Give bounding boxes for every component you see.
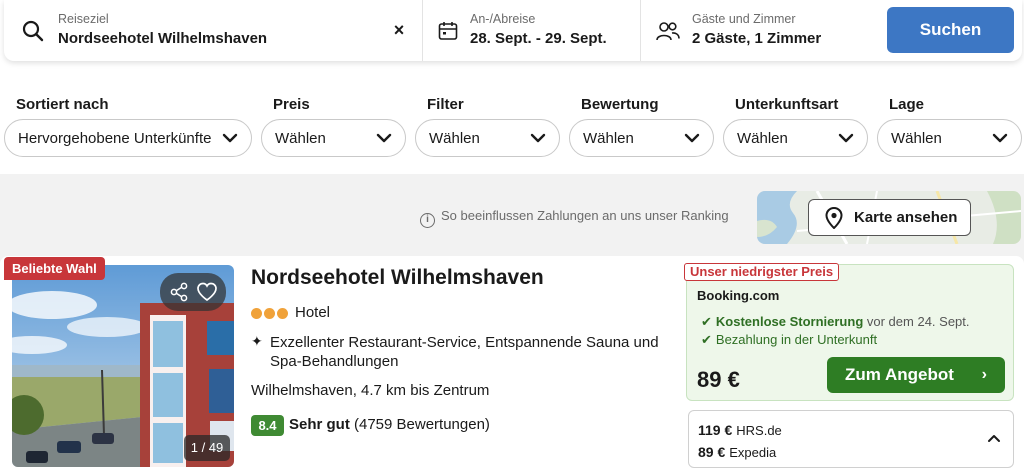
dropdown-value: Wählen [583, 130, 634, 147]
view-map-label: Karte ansehen [854, 209, 958, 226]
sparkle-icon: ✦ [251, 333, 263, 349]
other-offer-price: 89 € [698, 444, 726, 460]
other-offer-price: 119 € [698, 422, 733, 438]
offer-price: 89 € [697, 367, 740, 392]
other-offer-row[interactable]: 119 € HRS.de [698, 422, 782, 438]
destination-label: Reiseziel [58, 12, 109, 26]
filter-sort: Sortiert nach [16, 96, 109, 116]
hotel-feature: Exzellenter Restaurant-Service, Entspann… [270, 334, 659, 370]
guests-field[interactable]: Gäste und Zimmer 2 Gäste, 1 Zimmer [641, 0, 881, 61]
pay-at-property-label: Bezahlung in der Unterkunft [715, 332, 878, 347]
other-offers-box[interactable]: 119 € HRS.de 89 € Expedia [688, 410, 1014, 468]
filter-title: Bewertung [581, 96, 659, 113]
info-icon: i [420, 213, 435, 228]
ranking-info-text[interactable]: So beeinflussen Zahlungen an uns unser R… [441, 208, 729, 223]
search-bar: Reiseziel Nordseehotel Wilhelmshaven × A… [4, 0, 1022, 61]
rating-dropdown[interactable]: Wählen [569, 119, 714, 157]
price-dropdown[interactable]: Wählen [261, 119, 406, 157]
dates-value[interactable]: 28. Sept. - 29. Sept. [470, 30, 607, 47]
dropdown-value: Wählen [275, 130, 326, 147]
star-rating [251, 306, 290, 324]
other-offer-provider: Expedia [729, 445, 777, 460]
destination-value[interactable]: Nordseehotel Wilhelmshaven [58, 30, 267, 47]
filter-dropdown[interactable]: Wählen [415, 119, 560, 157]
ranking-info[interactable]: i So beeinflussen Zahlungen an uns unser … [420, 208, 729, 228]
property-type-dropdown[interactable]: Wählen [723, 119, 868, 157]
calendar-icon [438, 22, 458, 40]
chevron-down-icon [376, 133, 392, 143]
filter-location: Lage [889, 96, 924, 116]
free-cancellation-label: Kostenlose Stornierung [715, 314, 864, 329]
chevron-up-icon[interactable] [987, 433, 1001, 443]
guests-icon [656, 22, 680, 41]
rating-score: 8.4 [251, 415, 284, 436]
hotel-type: Hotel [295, 304, 331, 321]
destination-field[interactable]: Reiseziel Nordseehotel Wilhelmshaven × [4, 0, 423, 61]
pay-at-property-line: ✔ Bezahlung in der Unterkunft [701, 332, 877, 348]
search-button[interactable]: Suchen [887, 7, 1014, 53]
chevron-down-icon [222, 133, 238, 143]
photo-actions [160, 273, 226, 311]
lowest-price-badge: Unser niedrigster Preis [684, 263, 840, 281]
close-icon[interactable]: × [389, 20, 409, 40]
dropdown-value: Wählen [891, 130, 942, 147]
chevron-down-icon [992, 133, 1008, 143]
guests-label: Gäste und Zimmer [692, 12, 796, 26]
check-icon: ✔ [701, 332, 712, 347]
dropdown-value: Wählen [429, 130, 480, 147]
chevron-down-icon [530, 133, 546, 143]
filter-title: Filter [427, 96, 464, 113]
hotel-name[interactable]: Nordseehotel Wilhelmshaven [251, 266, 544, 290]
view-deal-button[interactable]: Zum Angebot › [827, 357, 1005, 393]
sort-dropdown[interactable]: Hervorgehobene Unterkünfte [4, 119, 252, 157]
rating-word: Sehr gut [289, 416, 350, 433]
filter-title: Lage [889, 96, 925, 113]
guests-value[interactable]: 2 Gäste, 1 Zimmer [692, 30, 821, 47]
free-cancellation-deadline: vor dem 24. Sept. [866, 314, 970, 329]
check-icon: ✔ [701, 314, 712, 329]
photo-counter: 1 / 49 [184, 435, 230, 461]
share-icon[interactable] [168, 281, 190, 303]
dates-label: An-/Abreise [470, 12, 536, 26]
filter-title: Preis [273, 96, 310, 113]
filter-filter: Filter [427, 96, 464, 116]
popular-badge: Beliebte Wahl [4, 257, 105, 280]
search-icon [22, 20, 44, 42]
free-cancellation-line: ✔ Kostenlose Stornierung vor dem 24. Sept… [701, 314, 970, 330]
chevron-right-icon: › [981, 366, 987, 383]
dropdown-value: Wählen [737, 130, 788, 147]
hotel-location: Wilhelmshaven, 4.7 km bis Zentrum [251, 382, 490, 399]
heart-icon[interactable] [196, 281, 218, 303]
location-dropdown[interactable]: Wählen [877, 119, 1022, 157]
star-icon [251, 308, 262, 319]
chevron-down-icon [684, 133, 700, 143]
dropdown-value: Hervorgehobene Unterkünfte [18, 130, 212, 147]
chevron-down-icon [838, 133, 854, 143]
filter-rating: Bewertung [581, 96, 659, 116]
offer-provider: Booking.com [697, 288, 780, 303]
filter-property-type: Unterkunftsart [735, 96, 838, 116]
filter-title: Unterkunftsart [735, 96, 839, 113]
star-icon [277, 308, 288, 319]
view-map-button[interactable]: Karte ansehen [808, 199, 971, 236]
view-deal-label: Zum Angebot [845, 365, 954, 384]
review-count[interactable]: (4759 Bewertungen) [354, 416, 490, 433]
map-pin-icon [825, 207, 843, 229]
filter-price: Preis [273, 96, 310, 116]
dates-field[interactable]: An-/Abreise 28. Sept. - 29. Sept. [423, 0, 641, 61]
other-offer-row[interactable]: 89 € Expedia [698, 444, 776, 460]
star-icon [264, 308, 275, 319]
filter-title: Sortiert nach [16, 96, 109, 113]
other-offer-provider: HRS.de [736, 423, 782, 438]
